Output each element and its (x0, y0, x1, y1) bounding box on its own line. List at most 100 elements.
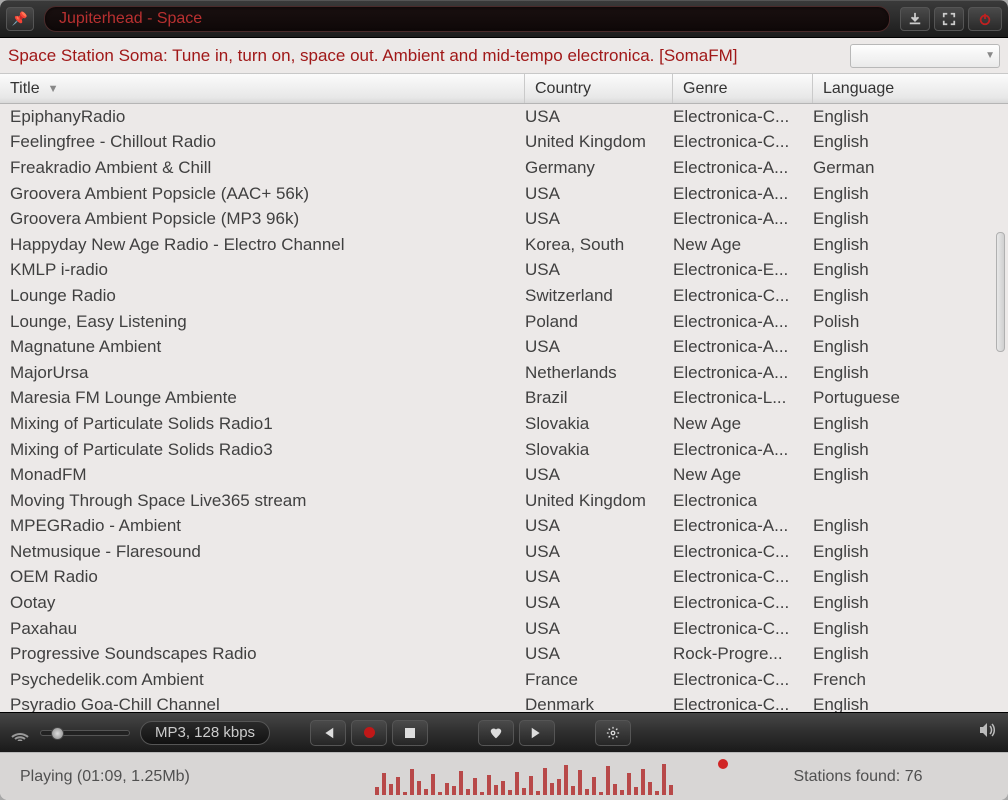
cell-genre: New Age (673, 465, 813, 485)
cell-country: USA (525, 184, 673, 204)
download-icon (908, 12, 922, 26)
table-row[interactable]: Progressive Soundscapes RadioUSARock-Pro… (0, 641, 1008, 667)
eq-bar (403, 792, 407, 795)
cell-title: Netmusique - Flaresound (10, 542, 525, 562)
table-row[interactable]: Groovera Ambient Popsicle (MP3 96k)USAEl… (0, 206, 1008, 232)
cell-genre: New Age (673, 235, 813, 255)
download-button[interactable] (900, 7, 930, 31)
cell-genre: Electronica-C... (673, 542, 813, 562)
table-row[interactable]: KMLP i-radioUSAElectronica-E...English (0, 258, 1008, 284)
filter-dropdown[interactable]: ▼ (850, 44, 1000, 68)
table-row[interactable]: MPEGRadio - AmbientUSAElectronica-A...En… (0, 514, 1008, 540)
scrollbar[interactable] (996, 112, 1006, 712)
eq-bar (445, 783, 449, 795)
column-country[interactable]: Country (525, 74, 673, 103)
cell-country: USA (525, 644, 673, 664)
cell-country: Germany (525, 158, 673, 178)
column-genre[interactable]: Genre (673, 74, 813, 103)
cell-language: English (813, 260, 1008, 280)
table-row[interactable]: PaxahauUSAElectronica-C...English (0, 616, 1008, 642)
favorite-button[interactable] (478, 720, 514, 746)
cell-country: USA (525, 516, 673, 536)
cell-title: Feelingfree - Chillout Radio (10, 132, 525, 152)
stop-button[interactable] (392, 720, 428, 746)
column-genre-label: Genre (683, 80, 727, 98)
settings-button[interactable] (595, 720, 631, 746)
chevron-down-icon: ▼ (985, 50, 995, 61)
table-row[interactable]: Mixing of Particulate Solids Radio1Slova… (0, 411, 1008, 437)
eq-bar (480, 792, 484, 795)
signal-icon (10, 725, 30, 741)
fullscreen-button[interactable] (934, 7, 964, 31)
table-row[interactable]: MajorUrsaNetherlandsElectronica-A...Engl… (0, 360, 1008, 386)
column-title[interactable]: Title ▼ (0, 74, 525, 103)
speaker-icon[interactable] (978, 722, 998, 743)
codec-display: MP3, 128 kbps (140, 721, 270, 745)
volume-slider[interactable] (40, 730, 130, 736)
table-row[interactable]: Maresia FM Lounge AmbienteBrazilElectron… (0, 386, 1008, 412)
now-playing-title: Jupiterhead - Space (44, 6, 890, 32)
table-row[interactable]: Mixing of Particulate Solids Radio3Slova… (0, 437, 1008, 463)
table-row[interactable]: OEM RadioUSAElectronica-C...English (0, 565, 1008, 591)
eq-bar (515, 772, 519, 795)
pin-button[interactable]: 📌 (6, 7, 34, 31)
table-row[interactable]: Moving Through Space Live365 streamUnite… (0, 488, 1008, 514)
eq-bar (522, 788, 526, 795)
cell-title: Groovera Ambient Popsicle (AAC+ 56k) (10, 184, 525, 204)
eq-bar (592, 777, 596, 795)
table-row[interactable]: Lounge, Easy ListeningPolandElectronica-… (0, 309, 1008, 335)
cell-language: English (813, 184, 1008, 204)
table-row[interactable]: Happyday New Age Radio - Electro Channel… (0, 232, 1008, 258)
table-row[interactable]: Groovera Ambient Popsicle (AAC+ 56k)USA E… (0, 181, 1008, 207)
cell-language: English (813, 414, 1008, 434)
cell-genre: Electronica-C... (673, 670, 813, 690)
eq-bar (627, 773, 631, 795)
cell-country: USA (525, 337, 673, 357)
table-row[interactable]: Freakradio Ambient & ChillGermanyElectro… (0, 155, 1008, 181)
scrollbar-thumb[interactable] (996, 232, 1005, 352)
table-row[interactable]: Lounge RadioSwitzerlandElectronica-C...E… (0, 283, 1008, 309)
cell-country: France (525, 670, 673, 690)
column-language[interactable]: Language (813, 74, 1008, 103)
table-row[interactable]: MonadFMUSANew AgeEnglish (0, 462, 1008, 488)
power-icon (978, 12, 992, 26)
volume-knob[interactable] (51, 727, 64, 740)
eq-bar (431, 774, 435, 795)
cell-title: EpiphanyRadio (10, 107, 525, 127)
record-button[interactable] (351, 720, 387, 746)
table-row[interactable]: OotayUSAElectronica-C...English (0, 590, 1008, 616)
eq-bar (641, 769, 645, 795)
next-button[interactable] (519, 720, 555, 746)
table-row[interactable]: Psyradio Goa-Chill ChannelDenmarkElectro… (0, 693, 1008, 712)
cell-language: English (813, 542, 1008, 562)
cell-genre: Electronica-C... (673, 593, 813, 613)
eq-bar (648, 782, 652, 795)
eq-bar (452, 786, 456, 795)
cell-country: USA (525, 542, 673, 562)
cell-genre: Electronica-C... (673, 107, 813, 127)
eq-bar (459, 771, 463, 795)
power-button[interactable] (968, 7, 1002, 31)
cell-country: USA (525, 567, 673, 587)
eq-bar (634, 787, 638, 795)
eq-bar (571, 786, 575, 795)
previous-icon (321, 726, 335, 740)
table-row[interactable]: EpiphanyRadioUSAElectronica-C...English (0, 104, 1008, 130)
table-row[interactable]: Magnatune AmbientUSAElectronica-A...Engl… (0, 334, 1008, 360)
table-row[interactable]: Netmusique - FlaresoundUSAElectronica-C.… (0, 539, 1008, 565)
eq-bar (494, 785, 498, 795)
table-row[interactable]: Psychedelik.com AmbientFranceElectronica… (0, 667, 1008, 693)
table-row[interactable]: Feelingfree - Chillout RadioUnited Kingd… (0, 130, 1008, 156)
cell-country: Switzerland (525, 286, 673, 306)
cell-genre: Electronica-E... (673, 260, 813, 280)
heart-icon (489, 726, 503, 740)
column-language-label: Language (823, 80, 894, 98)
eq-bar (417, 781, 421, 795)
previous-button[interactable] (310, 720, 346, 746)
cell-title: OEM Radio (10, 567, 525, 587)
record-icon (364, 727, 375, 738)
cell-country: Poland (525, 312, 673, 332)
cell-genre: Electronica-A... (673, 158, 813, 178)
cell-title: Moving Through Space Live365 stream (10, 491, 525, 511)
cell-title: MPEGRadio - Ambient (10, 516, 525, 536)
